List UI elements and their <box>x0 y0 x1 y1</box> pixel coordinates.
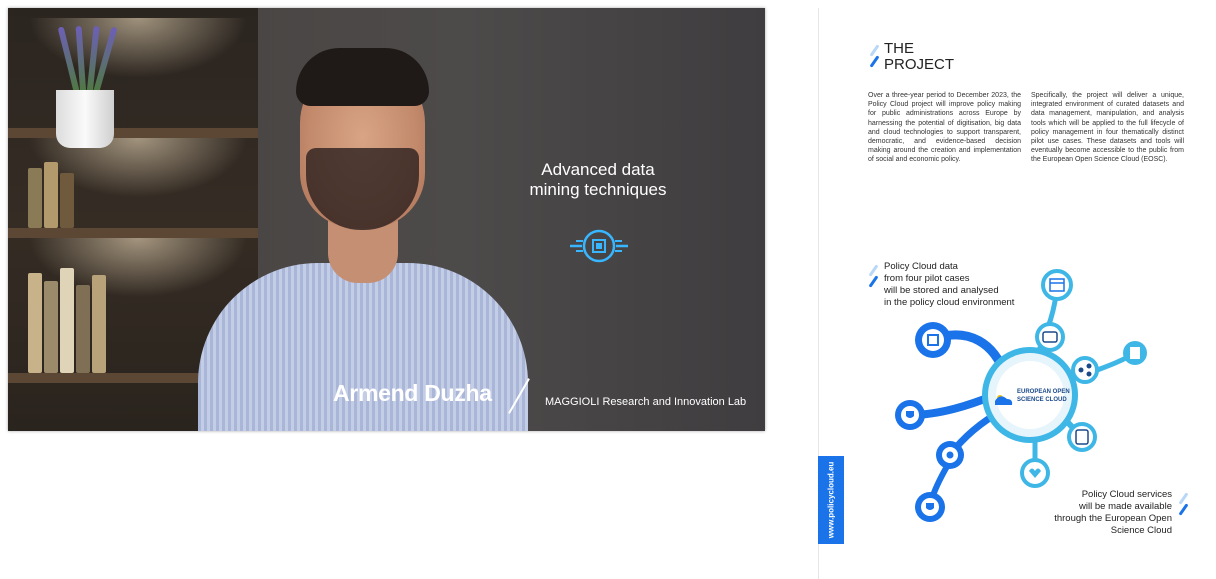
speaker-hair <box>296 48 429 106</box>
caption-bottom: Policy Cloud services will be made avail… <box>1040 489 1172 537</box>
book <box>28 168 42 228</box>
project-paragraph-left: Over a three-year period to December 202… <box>868 92 1021 164</box>
caption-line: through the European Open <box>1054 513 1172 524</box>
book <box>60 268 74 373</box>
speaker-name: Armend Duzha <box>333 380 492 406</box>
page-title-line2: PROJECT <box>884 56 955 73</box>
data-chip-icon <box>570 229 628 263</box>
node-calendar <box>1041 269 1073 301</box>
shelf-board <box>8 128 258 138</box>
node-document <box>1123 341 1147 365</box>
book <box>44 281 58 373</box>
book <box>44 162 58 228</box>
video-frame[interactable]: Advanced data mining techniques Armend D… <box>8 8 765 431</box>
book-row <box>28 263 118 373</box>
book <box>76 285 90 373</box>
node-toolbox <box>1035 322 1065 352</box>
book <box>28 273 42 373</box>
node-heart-chart <box>1020 458 1050 488</box>
book <box>60 173 74 228</box>
caption-line: Policy Cloud services <box>1081 489 1172 500</box>
page-title-line1: THE <box>884 40 914 57</box>
hub-label-line2: SCIENCE CLOUD <box>1017 397 1067 403</box>
node-shield-bottom <box>915 492 945 522</box>
node-shield-low <box>936 441 964 469</box>
website-url: www.policycloud.eu <box>826 461 836 539</box>
speaker-organization: MAGGIOLI Research and Innovation Lab <box>545 396 747 408</box>
shelf-board <box>8 228 258 238</box>
caption-line: Science Cloud <box>1110 525 1172 536</box>
website-tab[interactable]: www.policycloud.eu <box>818 456 844 544</box>
hub-core <box>996 361 1064 429</box>
plant-pot <box>56 90 114 148</box>
hub-label-line1: EUROPEAN OPEN <box>1017 389 1070 395</box>
node-database <box>1067 422 1097 452</box>
caption-line: will be made available <box>1079 501 1172 512</box>
project-paragraph-right: Specifically, the project will deliver a… <box>1031 92 1184 164</box>
book-row <box>28 158 108 228</box>
node-shield-top <box>915 322 951 358</box>
node-share <box>1071 356 1099 384</box>
book <box>92 275 106 373</box>
overlay-title: Advanced data mining techniques <box>529 160 667 199</box>
page-title: THE PROJECT <box>884 41 954 73</box>
node-shield-mid <box>895 400 925 430</box>
